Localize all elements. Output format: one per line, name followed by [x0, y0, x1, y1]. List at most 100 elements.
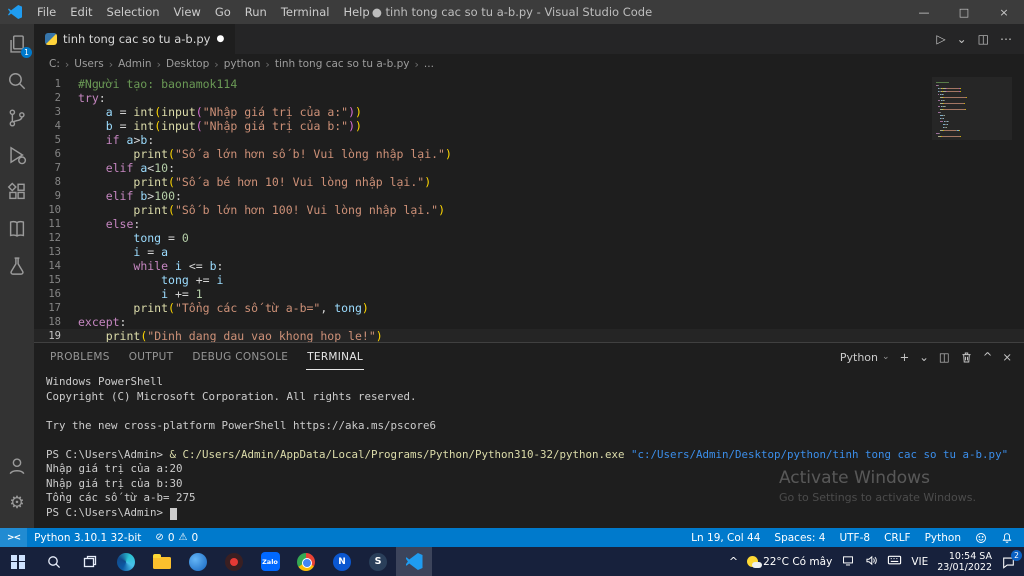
code-line[interactable]: 13 i = a — [34, 245, 1024, 259]
code-line[interactable]: 18 except: — [34, 315, 1024, 329]
code-line[interactable]: 17 print("Tổng các số từ a-b=", tong) — [34, 301, 1024, 315]
minimize-button[interactable]: — — [904, 0, 944, 24]
breadcrumb-item[interactable]: C: — [49, 58, 60, 70]
feedback-smiley-icon[interactable] — [968, 532, 994, 544]
code-line[interactable]: 9 elif b>100: — [34, 189, 1024, 203]
menu-selection[interactable]: Selection — [100, 5, 167, 19]
account-icon[interactable] — [5, 454, 29, 478]
zalo-icon[interactable]: Zalo — [252, 547, 288, 576]
unsaved-dot-icon[interactable]: ● — [216, 34, 224, 44]
close-panel-icon[interactable]: × — [1002, 350, 1012, 364]
panel-tab-terminal[interactable]: TERMINAL — [306, 344, 364, 370]
new-terminal-button[interactable]: + — [900, 350, 910, 364]
action-center-icon[interactable]: 2 — [1001, 549, 1022, 569]
terminal-dropdown-icon[interactable]: ⌄ — [919, 350, 929, 364]
edge-icon[interactable] — [108, 547, 144, 576]
code-line[interactable]: 16 i += 1 — [34, 287, 1024, 301]
code-line[interactable]: 14 while i <= b: — [34, 259, 1024, 273]
search-icon[interactable] — [5, 69, 29, 93]
start-button[interactable] — [0, 547, 36, 576]
minimap[interactable] — [932, 77, 1012, 140]
tray-expand-icon[interactable]: ^ — [729, 555, 738, 568]
breadcrumb-item[interactable]: tinh tong cac so tu a-b.py — [275, 58, 410, 70]
breadcrumb-item[interactable]: Users — [74, 58, 103, 70]
eol-status[interactable]: CRLF — [877, 532, 918, 544]
encoding-status[interactable]: UTF-8 — [832, 532, 877, 544]
code-editor[interactable]: 1 #Người tạo: baonamok114 2 try: 3 a = int(i… — [34, 74, 1024, 342]
recorder-app-icon[interactable] — [216, 547, 252, 576]
run-dropdown-icon[interactable]: ⌄ — [957, 32, 967, 46]
menu-run[interactable]: Run — [238, 5, 274, 19]
code-line[interactable]: 19 print("Dinh dang dau vao khong hop le… — [34, 329, 1024, 342]
docs-icon[interactable] — [5, 217, 29, 241]
panel-actions: Python ⌄ + ⌄ ◫ ^ × — [840, 350, 1012, 364]
panel-tab-output[interactable]: OUTPUT — [128, 344, 175, 370]
blue-app-icon[interactable] — [180, 547, 216, 576]
menu-view[interactable]: View — [167, 5, 208, 19]
vscode-taskbar-icon[interactable] — [396, 547, 432, 576]
python-interpreter-status[interactable]: Python 3.10.1 32-bit — [27, 532, 148, 544]
menu-edit[interactable]: Edit — [63, 5, 99, 19]
menu-file[interactable]: File — [30, 5, 63, 19]
touch-keyboard-icon[interactable] — [887, 554, 902, 569]
split-editor-icon[interactable]: ◫ — [978, 32, 989, 46]
run-debug-icon[interactable] — [5, 143, 29, 167]
maximize-panel-icon[interactable]: ^ — [983, 350, 993, 364]
code-line[interactable]: 3 a = int(input("Nhập giá trị của a:")) — [34, 105, 1024, 119]
source-control-icon[interactable] — [5, 106, 29, 130]
code-line[interactable]: 8 print("Số a bé hơn 10! Vui lòng nhập l… — [34, 175, 1024, 189]
problems-status[interactable]: ⊘ 0 ⚠ 0 — [148, 532, 205, 544]
code-line[interactable]: 7 elif a<10: — [34, 161, 1024, 175]
weather-status[interactable]: 22°C Có mây — [747, 556, 832, 568]
breadcrumb-item[interactable]: Desktop — [166, 58, 209, 70]
menu-terminal[interactable]: Terminal — [274, 5, 337, 19]
coccoc-icon[interactable]: N — [324, 547, 360, 576]
code-line[interactable]: 1 #Người tạo: baonamok114 — [34, 77, 1024, 91]
windows-logo-icon — [11, 554, 25, 569]
testing-icon[interactable] — [5, 254, 29, 278]
breadcrumb-item[interactable]: Admin — [118, 58, 151, 70]
task-view-icon[interactable] — [72, 547, 108, 576]
settings-gear-icon[interactable]: ⚙ — [5, 491, 29, 515]
cursor-position-status[interactable]: Ln 19, Col 44 — [684, 532, 767, 544]
more-actions-icon[interactable]: ⋯ — [1000, 32, 1012, 46]
run-python-file-button[interactable]: ▷ — [936, 32, 945, 46]
taskbar-clock[interactable]: 10:54 SA 23/01/2022 — [937, 551, 992, 573]
volume-icon[interactable] — [864, 554, 878, 570]
close-button[interactable]: × — [984, 0, 1024, 24]
code-line[interactable]: 11 else: — [34, 217, 1024, 231]
menu-help[interactable]: Help — [336, 5, 376, 19]
breadcrumb-item[interactable]: ... — [424, 58, 434, 70]
language-mode-status[interactable]: Python — [918, 532, 968, 544]
menu-go[interactable]: Go — [208, 5, 238, 19]
language-indicator[interactable]: VIE — [911, 556, 928, 568]
explorer-badge: 1 — [21, 47, 32, 58]
panel-tab-problems[interactable]: PROBLEMS — [49, 344, 111, 370]
indentation-status[interactable]: Spaces: 4 — [767, 532, 832, 544]
chrome-icon[interactable] — [288, 547, 324, 576]
code-line[interactable]: 10 print("Số b lớn hơn 100! Vui lòng nhậ… — [34, 203, 1024, 217]
steam-app-icon[interactable]: S — [360, 547, 396, 576]
kill-terminal-icon[interactable] — [960, 351, 973, 364]
terminal-output[interactable]: Windows PowerShell Copyright (C) Microsof… — [34, 371, 1024, 528]
split-terminal-icon[interactable]: ◫ — [939, 350, 950, 364]
panel-tab-debug-console[interactable]: DEBUG CONSOLE — [191, 344, 289, 370]
code-line[interactable]: 4 b = int(input("Nhập giá trị của b:")) — [34, 119, 1024, 133]
code-line[interactable]: 5 if a>b: — [34, 133, 1024, 147]
file-explorer-icon[interactable] — [144, 547, 180, 576]
network-icon[interactable] — [841, 554, 855, 570]
code-line[interactable]: 2 try: — [34, 91, 1024, 105]
code-line[interactable]: 6 print("Số a lớn hơn số b! Vui lòng nhậ… — [34, 147, 1024, 161]
explorer-icon[interactable]: 1 — [5, 32, 32, 58]
remote-indicator[interactable]: >< — [0, 528, 28, 547]
terminal-profile-select[interactable]: Python ⌄ — [840, 351, 890, 364]
notifications-bell-icon[interactable] — [994, 532, 1020, 544]
breadcrumb-item[interactable]: python — [224, 58, 261, 70]
tab-file[interactable]: tinh tong cac so tu a-b.py ● — [34, 24, 236, 54]
extensions-icon[interactable] — [5, 180, 29, 204]
status-bar-right: Ln 19, Col 44 Spaces: 4 UTF-8 CRLF Pytho… — [684, 532, 1024, 544]
code-line[interactable]: 12 tong = 0 — [34, 231, 1024, 245]
code-line[interactable]: 15 tong += i — [34, 273, 1024, 287]
taskbar-search-icon[interactable] — [36, 547, 72, 576]
restore-button[interactable]: □ — [944, 0, 984, 24]
